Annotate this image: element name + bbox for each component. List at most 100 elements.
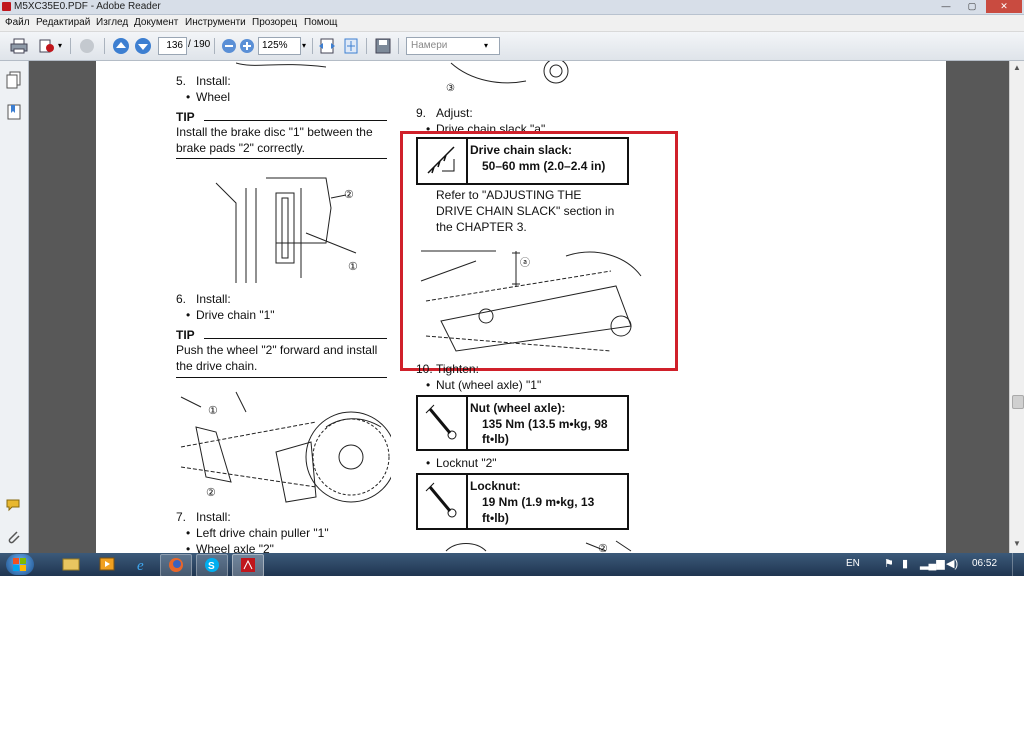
step6-number: 6.	[176, 292, 187, 306]
callout-2-bottom: ②	[598, 543, 608, 553]
spec-locknut-title: Locknut:	[470, 479, 521, 493]
menu-tools[interactable]: Инструменти	[185, 15, 246, 31]
sign-icon[interactable]	[78, 37, 96, 55]
find-dropdown-icon[interactable]: ▾	[484, 41, 488, 50]
spec-nut-title: Nut (wheel axle):	[470, 401, 566, 415]
spec-locknut-line2: ft•lb)	[482, 511, 509, 525]
adobe-reader-taskbar-icon[interactable]	[232, 554, 264, 577]
previous-page-icon[interactable]	[112, 37, 130, 55]
step9-number: 9.	[416, 106, 427, 120]
language-indicator[interactable]: EN	[846, 558, 860, 569]
zoom-level-input[interactable]: 125%	[258, 37, 301, 55]
next-page-icon[interactable]	[134, 37, 152, 55]
illustration-top-right	[450, 61, 569, 84]
share-dropdown-icon[interactable]: ▾	[58, 41, 62, 50]
step5-number: 5.	[176, 74, 187, 88]
locknut-spec: Locknut: 19 Nm (1.9 m•kg, 13 ft•lb)	[416, 473, 629, 530]
start-button[interactable]	[6, 554, 34, 575]
step5-item: Wheel	[196, 90, 231, 104]
tip1-label: TIP	[176, 110, 195, 124]
internet-explorer-taskbar-icon[interactable]: e	[134, 556, 152, 574]
step10-label: Tighten:	[436, 362, 479, 376]
step10-number: 10.	[416, 362, 433, 376]
adobe-reader-icon	[2, 2, 11, 11]
step6-item: Drive chain "1"	[196, 308, 275, 322]
scroll-up-icon[interactable]: ▲	[1013, 63, 1021, 72]
fit-width-icon[interactable]	[318, 37, 336, 55]
show-desktop-button[interactable]	[1012, 553, 1024, 576]
scroll-down-icon[interactable]: ▼	[1013, 539, 1021, 548]
zoom-dropdown-icon[interactable]: ▾	[302, 41, 306, 50]
page-total: / 190	[188, 39, 211, 50]
clock[interactable]: 06:52	[972, 558, 997, 569]
vertical-scrollbar[interactable]: ▲ ▼	[1009, 61, 1024, 553]
pdf-page[interactable]: ③ 5. Install: • Wheel TIP Install the br…	[96, 61, 946, 553]
share-icon[interactable]	[38, 37, 56, 55]
volume-icon[interactable]: ◀)	[946, 557, 958, 570]
tip2-label: TIP	[176, 328, 195, 342]
pages-panel-icon[interactable]	[6, 71, 22, 89]
svg-text:S: S	[208, 561, 215, 572]
attachments-panel-icon[interactable]	[6, 529, 22, 545]
save-icon[interactable]	[374, 37, 392, 55]
torque-wrench-icon	[425, 404, 457, 440]
media-player-taskbar-icon[interactable]	[98, 556, 116, 572]
menu-document[interactable]: Документ	[134, 15, 178, 31]
step6-label: Install:	[196, 292, 231, 306]
spec-locknut-line1: 19 Nm (1.9 m•kg, 13	[482, 495, 595, 509]
step10-item2: Locknut "2"	[436, 456, 497, 470]
navigation-pane	[0, 61, 29, 553]
taskbar: e S EN ⚑ ▮ ▂▄▆ ◀) 06:52	[0, 553, 1024, 577]
print-icon[interactable]	[10, 37, 28, 55]
callout-2-chain: ②	[206, 487, 216, 499]
callout-3: ③	[446, 83, 455, 94]
scroll-thumb[interactable]	[1012, 395, 1024, 409]
windows-logo-icon	[13, 558, 26, 571]
svg-text:e: e	[137, 558, 144, 572]
callout-1-chain: ①	[208, 405, 218, 417]
tip2-text-line1: Push the wheel "2" forward and install	[176, 343, 378, 357]
close-button[interactable]: ✕	[986, 0, 1022, 13]
zoom-in-icon[interactable]	[238, 37, 256, 55]
menu-edit[interactable]: Редактирай	[36, 15, 90, 31]
fit-page-icon[interactable]	[342, 37, 360, 55]
torque-wrench-icon	[425, 482, 457, 518]
menu-view[interactable]: Изглед	[96, 15, 128, 31]
menu-window[interactable]: Прозорец	[252, 15, 297, 31]
step7-item2: Wheel axle "2"	[196, 542, 274, 553]
network-icon[interactable]: ▂▄▆	[920, 557, 945, 570]
comments-panel-icon[interactable]	[6, 497, 22, 513]
tip1-text-line1: Install the brake disc "1" between the	[176, 125, 373, 139]
step9-label: Adjust:	[436, 106, 473, 120]
zoom-out-icon[interactable]	[220, 37, 238, 55]
toolbar: ▾ 136 / 190 125% ▾ Намери ▾	[0, 32, 1024, 61]
minimize-button[interactable]: —	[934, 0, 958, 13]
bookmarks-panel-icon[interactable]	[6, 103, 22, 121]
brake-disc-illustration	[215, 177, 357, 283]
flag-icon[interactable]: ⚑	[884, 557, 894, 570]
explorer-taskbar-icon[interactable]	[62, 556, 80, 572]
step7-label: Install:	[196, 510, 231, 524]
callout-1-brake: ①	[348, 261, 358, 273]
menu-help[interactable]: Помощ	[304, 15, 337, 31]
spec-nut-line1: 135 Nm (13.5 m•kg, 98	[482, 417, 608, 431]
menu-file[interactable]: Файл	[5, 15, 30, 31]
device-icon[interactable]: ▮	[902, 557, 908, 570]
step5-label: Install:	[196, 74, 231, 88]
step7-number: 7.	[176, 510, 187, 524]
title-bar: M5XC35E0.PDF - Adobe Reader — ▢ ✕	[0, 0, 1024, 15]
window-title: M5XC35E0.PDF - Adobe Reader	[14, 1, 161, 12]
skype-taskbar-icon[interactable]: S	[196, 554, 228, 577]
step7-item1: Left drive chain puller "1"	[196, 526, 329, 540]
firefox-taskbar-icon[interactable]	[160, 554, 192, 577]
spec-nut-line2: ft•lb)	[482, 432, 509, 446]
tip2-text-line2: the drive chain.	[176, 359, 258, 373]
step10-item1: Nut (wheel axle) "1"	[436, 378, 542, 392]
maximize-button[interactable]: ▢	[960, 0, 984, 13]
callout-2-brake: ②	[344, 189, 354, 201]
illustration-top-left	[236, 62, 326, 68]
tip1-text-line2: brake pads "2" correctly.	[176, 141, 306, 155]
red-highlight-frame	[400, 131, 678, 371]
page-number-input[interactable]: 136	[158, 37, 187, 55]
nut-wheel-axle-spec: Nut (wheel axle): 135 Nm (13.5 m•kg, 98 …	[416, 395, 629, 451]
